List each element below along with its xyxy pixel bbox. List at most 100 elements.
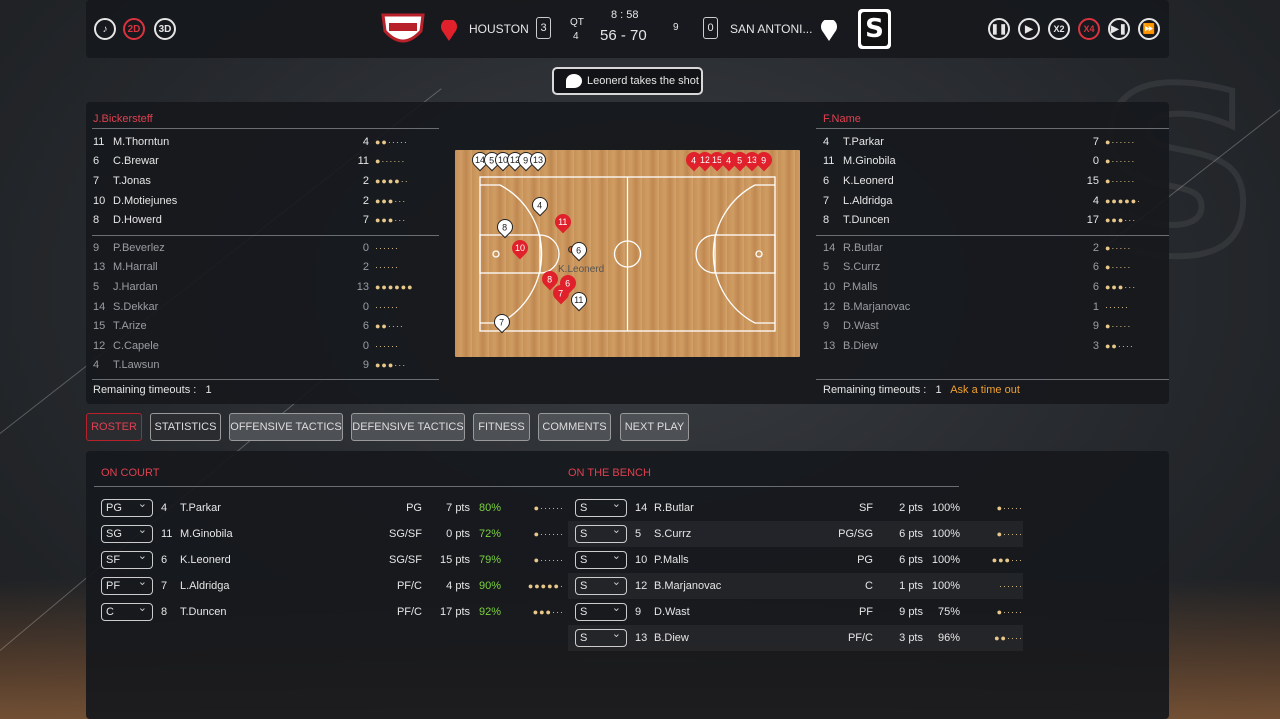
- ask-timeout-link[interactable]: Ask a time out: [950, 384, 1020, 396]
- player-row[interactable]: 11 M.Ginobila 0 ●······: [823, 152, 1163, 172]
- player-name: R.Butlar: [843, 241, 883, 254]
- tab-roster[interactable]: ROSTER: [86, 413, 142, 441]
- player-row[interactable]: 11 M.Thorntun 4 ●●·····: [93, 132, 433, 152]
- player-row[interactable]: 4 T.Lawsun 9 ●●●···: [93, 356, 433, 376]
- player-row[interactable]: 6 C.Brewar 11 ●······: [93, 152, 433, 172]
- position-select[interactable]: SG: [101, 523, 153, 543]
- player-row[interactable]: 13 M.Harrall 2 ······: [93, 258, 433, 278]
- player-row[interactable]: 6 K.Leonerd 15 ●······: [823, 171, 1163, 191]
- roster-row[interactable]: SF 6 K.Leonerd SG/SF 15 pts 79% ●······: [94, 547, 564, 573]
- fatigue-pips: ●●····: [375, 321, 404, 332]
- tab-comments[interactable]: COMMENTS: [538, 413, 611, 441]
- player-row[interactable]: 7 T.Jonas 2 ●●●●··: [93, 171, 433, 191]
- tab-offensive-tactics[interactable]: OFFENSIVE TACTICS: [229, 413, 343, 441]
- player-position: PG: [406, 502, 422, 514]
- position-select[interactable]: S: [575, 549, 627, 569]
- player-row[interactable]: 5 S.Currz 6 ●·····: [823, 258, 1163, 278]
- player-points: 0: [1092, 155, 1099, 168]
- fatigue-pips: ●●●●●·: [527, 581, 564, 591]
- chat-bubble-icon: [566, 74, 582, 88]
- player-points: 15 pts: [440, 554, 470, 566]
- player-points: 6: [1092, 280, 1099, 293]
- player-points: 4: [1092, 194, 1099, 207]
- position-select[interactable]: S: [575, 575, 627, 595]
- tab-statistics[interactable]: STATISTICS: [150, 413, 221, 441]
- divider: [94, 486, 959, 487]
- pause-icon[interactable]: ❚❚: [988, 18, 1010, 40]
- roster-row[interactable]: C 8 T.Duncen PF/C 17 pts 92% ●●●···: [94, 599, 564, 625]
- fatigue-pips: ●·····: [1105, 262, 1132, 273]
- view-2d-button[interactable]: 2D: [123, 18, 145, 40]
- on-court-heading: ON COURT: [101, 467, 160, 479]
- away-bench-list: 14 R.Butlar 2 ●····· 5 S.Currz 6 ●····· 10…: [823, 238, 1163, 356]
- fatigue-pips: ······: [375, 340, 399, 351]
- player-row[interactable]: 7 L.Aldridga 4 ●●●●●·: [823, 191, 1163, 211]
- player-points: 0: [362, 300, 369, 313]
- roster-row[interactable]: SG 11 M.Ginobila SG/SF 0 pts 72% ●······: [94, 521, 564, 547]
- player-number: 4: [161, 502, 168, 514]
- speed-x4-button[interactable]: X4: [1078, 18, 1100, 40]
- position-select[interactable]: S: [575, 627, 627, 647]
- position-select[interactable]: C: [101, 601, 153, 621]
- position-select[interactable]: S: [575, 601, 627, 621]
- player-number: 12: [635, 580, 648, 592]
- play-icon[interactable]: ▶: [1018, 18, 1040, 40]
- player-position: PF/C: [847, 632, 873, 644]
- player-row[interactable]: 10 P.Malls 6 ●●●···: [823, 277, 1163, 297]
- away-team-logo: S: [858, 9, 891, 49]
- player-name: S.Currz: [843, 261, 881, 274]
- view-3d-button[interactable]: 3D: [154, 18, 176, 40]
- top-bar: ♪ 2D 3D HOUSTON 3 QT 4 8 : 58 56 - 70 9 …: [86, 0, 1169, 58]
- position-select[interactable]: S: [575, 523, 627, 543]
- roster-row[interactable]: PF 7 L.Aldridga PF/C 4 pts 90% ●●●●●·: [94, 573, 564, 599]
- fitness-percent: 100%: [931, 580, 960, 592]
- player-row[interactable]: 13 B.Diew 3 ●●····: [823, 336, 1163, 356]
- roster-row[interactable]: PG 4 T.Parkar PG 7 pts 80% ●······: [94, 495, 564, 521]
- position-select[interactable]: PF: [101, 575, 153, 595]
- player-name: R.Butlar: [654, 502, 694, 514]
- fatigue-pips: ●●●···: [375, 360, 407, 371]
- player-name: T.Duncen: [843, 214, 890, 227]
- position-select[interactable]: PG: [101, 497, 153, 517]
- tab-defensive-tactics[interactable]: DEFENSIVE TACTICS: [351, 413, 465, 441]
- position-select[interactable]: SF: [101, 549, 153, 569]
- player-row[interactable]: 14 R.Butlar 2 ●·····: [823, 238, 1163, 258]
- player-name: D.Motiejunes: [113, 194, 178, 207]
- position-select[interactable]: S: [575, 497, 627, 517]
- player-row[interactable]: 4 T.Parkar 7 ●······: [823, 132, 1163, 152]
- player-number: 10: [635, 554, 648, 566]
- tab-fitness[interactable]: FITNESS: [473, 413, 530, 441]
- next-icon[interactable]: ▶❚: [1108, 18, 1130, 40]
- player-points: 7: [1092, 135, 1099, 148]
- player-row[interactable]: 12 B.Marjanovac 1 ······: [823, 297, 1163, 317]
- roster-row[interactable]: S 5 S.Currz PG/SG 6 pts 100% ●·····: [568, 521, 1023, 547]
- player-row[interactable]: 15 T.Arize 6 ●●····: [93, 316, 433, 336]
- fast-forward-icon[interactable]: ⏩: [1138, 18, 1160, 40]
- roster-row[interactable]: S 12 B.Marjanovac C 1 pts 100% ······: [568, 573, 1023, 599]
- player-row[interactable]: 10 D.Motiejunes 2 ●●●···: [93, 191, 433, 211]
- player-row[interactable]: 8 T.Duncen 17 ●●●···: [823, 210, 1163, 230]
- fatigue-pips: ●·····: [996, 529, 1023, 539]
- tab-next-play[interactable]: NEXT PLAY: [620, 413, 689, 441]
- fitness-percent: 80%: [478, 502, 501, 514]
- player-row[interactable]: 8 D.Howerd 7 ●●●···: [93, 210, 433, 230]
- speed-x2-button[interactable]: X2: [1048, 18, 1070, 40]
- sound-icon[interactable]: ♪: [94, 18, 116, 40]
- player-row[interactable]: 9 P.Beverlez 0 ······: [93, 238, 433, 258]
- player-row[interactable]: 12 C.Capele 0 ······: [93, 336, 433, 356]
- roster-row[interactable]: S 9 D.Wast PF 9 pts 75% ●·····: [568, 599, 1023, 625]
- player-row[interactable]: 14 S.Dekkar 0 ······: [93, 297, 433, 317]
- player-row[interactable]: 9 D.Wast 9 ●·····: [823, 316, 1163, 336]
- player-position: C: [865, 580, 873, 592]
- roster-row[interactable]: S 14 R.Butlar SF 2 pts 100% ●·····: [568, 495, 1023, 521]
- roster-row[interactable]: S 13 B.Diew PF/C 3 pts 96% ●●····: [568, 625, 1023, 651]
- player-points: 9: [1092, 320, 1099, 333]
- fatigue-pips: ●·····: [1105, 242, 1132, 253]
- player-points: 2 pts: [899, 502, 923, 514]
- player-name: M.Ginobila: [180, 528, 233, 540]
- player-row[interactable]: 5 J.Hardan 13 ●●●●●●: [93, 277, 433, 297]
- fatigue-pips: ●●●●●●: [375, 281, 414, 292]
- player-number: 9: [93, 241, 100, 254]
- ball-carrier-label: K.Leonerd: [558, 264, 605, 275]
- roster-row[interactable]: S 10 P.Malls PG 6 pts 100% ●●●···: [568, 547, 1023, 573]
